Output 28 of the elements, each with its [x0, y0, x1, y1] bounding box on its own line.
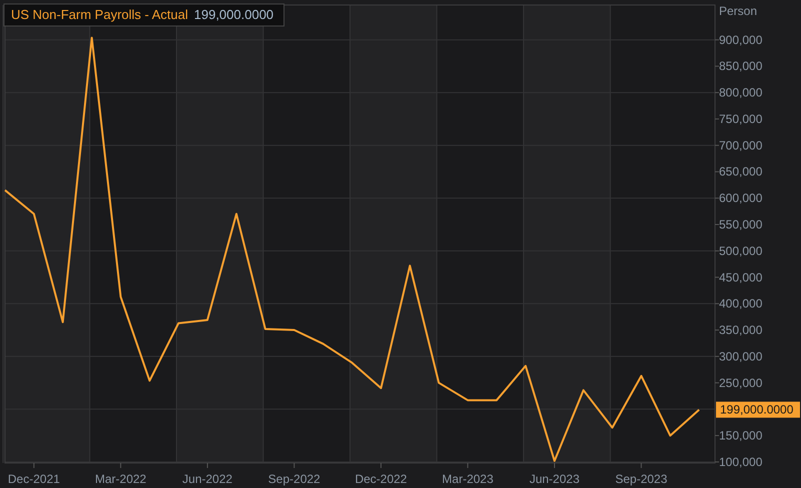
- x-axis-label: Sep-2022: [268, 472, 320, 486]
- y-axis-label: 750,000: [719, 112, 762, 126]
- x-axis-label: Mar-2023: [442, 472, 494, 486]
- x-axis-label: Jun-2023: [529, 472, 580, 486]
- x-axis-label: Jun-2022: [182, 472, 232, 486]
- y-axis-label: 400,000: [719, 296, 762, 311]
- last-value-tag: 199,000.0000: [716, 402, 800, 418]
- legend-value: 199,000.0000: [194, 7, 274, 22]
- y-axis-label: 650,000: [719, 164, 762, 179]
- x-axis-label: Mar-2022: [95, 472, 146, 486]
- y-axis-label: 100,000: [719, 454, 762, 469]
- y-axis-label: 300,000: [719, 349, 762, 364]
- y-axis-label: 150,000: [719, 428, 762, 443]
- y-axis-label: 350,000: [719, 323, 762, 338]
- y-axis-label: 850,000: [719, 59, 762, 74]
- legend-series-name: US Non-Farm Payrolls - Actual: [11, 7, 188, 22]
- y-axis-label: 600,000: [719, 191, 762, 206]
- axis-title: Person: [719, 4, 758, 18]
- x-axis-label: Sep-2023: [615, 472, 668, 486]
- y-axis-label: 800,000: [719, 86, 762, 100]
- y-axis-label: 450,000: [719, 270, 762, 284]
- y-axis-label: 700,000: [719, 138, 762, 152]
- y-axis-label: 500,000: [719, 244, 762, 258]
- y-axis-label: 250,000: [719, 376, 762, 390]
- y-axis-label: 900,000: [719, 32, 762, 47]
- x-axis-label: Dec-2022: [354, 472, 407, 486]
- y-axis-label: 550,000: [719, 218, 762, 232]
- x-axis-label: Dec-2021: [8, 472, 60, 486]
